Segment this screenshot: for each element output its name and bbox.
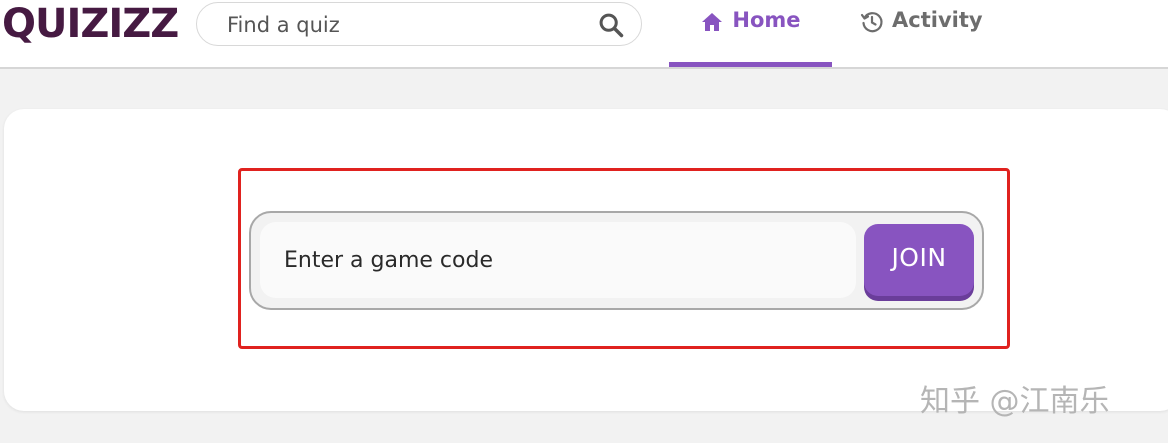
join-button[interactable]: JOIN	[864, 224, 974, 296]
search-bar[interactable]	[196, 2, 642, 46]
tab-home[interactable]: Home	[669, 0, 832, 67]
history-icon	[860, 12, 883, 33]
game-code-input[interactable]	[260, 222, 856, 298]
tab-home-label: Home	[732, 8, 801, 32]
search-input[interactable]	[225, 9, 589, 41]
tab-activity[interactable]: Activity	[860, 0, 990, 67]
quizizz-logo[interactable]: QUIZIZZ	[2, 0, 179, 48]
top-navbar: QUIZIZZ Home Activity	[0, 0, 1168, 69]
tab-activity-label: Activity	[892, 8, 983, 32]
home-icon	[702, 13, 723, 31]
search-icon[interactable]	[597, 11, 625, 39]
watermark-text: 知乎 @江南乐	[920, 384, 1110, 419]
